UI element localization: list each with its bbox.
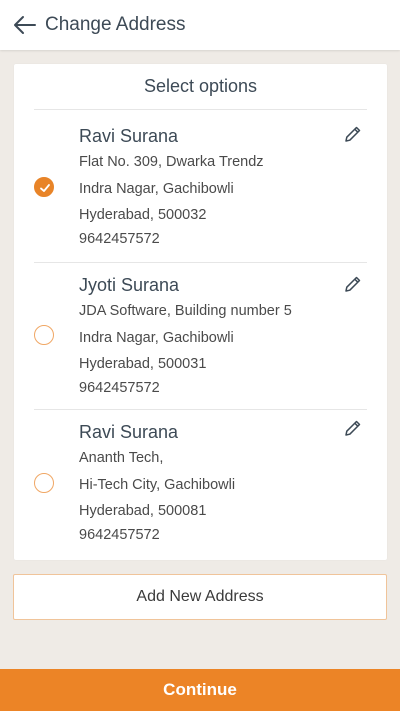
address-radio[interactable] (34, 325, 54, 345)
address-phone: 9642457572 (79, 231, 160, 247)
address-line-1: JDA Software, Building number 5 (79, 303, 292, 319)
select-options-heading: Select options (34, 64, 367, 110)
add-new-address-button[interactable]: Add New Address (13, 574, 387, 620)
address-phone: 9642457572 (79, 380, 160, 396)
edit-address-button[interactable] (341, 122, 365, 146)
pencil-icon (345, 126, 361, 142)
address-phone: 9642457572 (79, 527, 160, 543)
address-name: Jyoti Surana (79, 275, 180, 295)
address-radio[interactable] (34, 473, 54, 493)
address-item[interactable]: Ravi Surana Flat No. 309, Dwarka Trendz … (34, 110, 367, 263)
check-icon (40, 184, 50, 192)
address-name: Ravi Surana (79, 422, 179, 442)
address-line-1: Ananth Tech, (79, 450, 164, 466)
address-city-pin: Hyderabad, 500032 (79, 207, 207, 223)
address-line-2: Indra Nagar, Gachibowli (79, 330, 234, 346)
pencil-icon (345, 276, 361, 292)
address-card: Select options Ravi Surana Flat No. 309,… (14, 64, 387, 560)
address-radio-selected[interactable] (34, 177, 54, 197)
address-city-pin: Hyderabad, 500031 (79, 356, 207, 372)
address-city-pin: Hyderabad, 500081 (79, 503, 207, 519)
address-line-1: Flat No. 309, Dwarka Trendz (79, 154, 264, 170)
address-item[interactable]: Jyoti Surana JDA Software, Building numb… (34, 263, 367, 410)
app-bar: Change Address (0, 0, 400, 50)
arrow-left-icon (14, 16, 36, 34)
edit-address-button[interactable] (341, 272, 365, 296)
address-name: Ravi Surana (79, 126, 179, 146)
back-button[interactable] (12, 12, 38, 38)
page-title: Change Address (45, 14, 186, 35)
address-line-2: Hi-Tech City, Gachibowli (79, 477, 236, 493)
address-line-2: Indra Nagar, Gachibowli (79, 181, 234, 197)
edit-address-button[interactable] (341, 416, 365, 440)
continue-button[interactable]: Continue (0, 669, 400, 711)
pencil-icon (345, 420, 361, 436)
address-item[interactable]: Ravi Surana Ananth Tech, Hi-Tech City, G… (34, 410, 367, 557)
